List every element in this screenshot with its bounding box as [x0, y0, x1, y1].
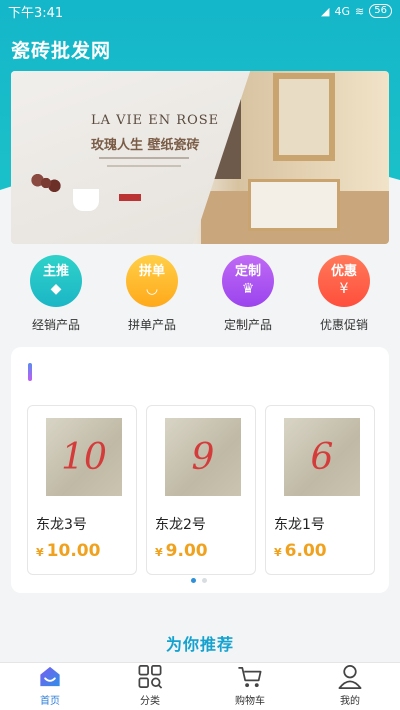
- banner-headline-en: LA VIE EN ROSE: [91, 113, 220, 128]
- product-price: ¥10.00: [36, 541, 101, 561]
- network-label: 4G: [334, 4, 351, 18]
- product-image: 6: [284, 418, 360, 496]
- category-label: 拼单产品: [127, 318, 176, 332]
- product-carousel-card: 10 东龙3号 ¥10.00 9 东龙2号 ¥9.00 6 东龙1号 ¥6.00: [11, 347, 389, 593]
- carousel-dot[interactable]: [202, 578, 207, 583]
- wifi-icon: ≋: [355, 4, 365, 18]
- product-card[interactable]: 6 东龙1号 ¥6.00: [265, 405, 375, 575]
- banner-mirror: [273, 73, 335, 161]
- signal-icon: ◢: [321, 4, 330, 18]
- product-price: ¥6.00: [274, 541, 327, 561]
- section-accent-bar: [28, 363, 32, 381]
- category-label: 优惠促销: [319, 318, 368, 332]
- user-icon: [338, 665, 362, 689]
- tab-cart[interactable]: 购物车: [200, 663, 300, 710]
- product-name: 东龙3号: [36, 517, 87, 533]
- category-label: 定制产品: [223, 318, 272, 332]
- category-badge: 优惠 ¥: [318, 255, 370, 307]
- promo-banner[interactable]: LA VIE EN ROSE 玫瑰人生 壁纸瓷砖: [11, 71, 389, 244]
- carousel-dot[interactable]: [191, 578, 196, 583]
- product-name: 东龙1号: [274, 517, 325, 533]
- category-row: 主推 ◆ 经销产品 拼单 ◡ 拼单产品 定制 ♛ 定制产品 优惠 ¥ 优惠促销: [0, 255, 400, 337]
- banner-cabinet: [248, 179, 340, 231]
- category-group-buy[interactable]: 拼单 ◡ 拼单产品: [107, 255, 197, 337]
- recommend-title: 为你推荐: [165, 635, 234, 654]
- tab-profile[interactable]: 我的: [300, 663, 400, 710]
- category-promotion[interactable]: 优惠 ¥ 优惠促销: [299, 255, 389, 337]
- category-icon: [138, 665, 163, 689]
- category-badge: 拼单 ◡: [126, 255, 178, 307]
- app-title: 瓷砖批发网: [11, 40, 112, 62]
- category-distribution[interactable]: 主推 ◆ 经销产品: [11, 255, 101, 337]
- tab-label: 分类: [140, 696, 160, 707]
- banner-headline-cn: 玫瑰人生 壁纸瓷砖: [91, 138, 200, 153]
- crown-icon: ♛: [241, 281, 255, 297]
- product-price: ¥9.00: [155, 541, 208, 561]
- category-label: 经销产品: [31, 318, 80, 332]
- product-card[interactable]: 10 东龙3号 ¥10.00: [27, 405, 137, 575]
- smile-icon: ◡: [145, 281, 159, 297]
- battery-icon: 56: [369, 4, 392, 18]
- tab-label: 首页: [40, 696, 60, 707]
- banner-cup: [73, 189, 99, 211]
- banner-tag: [119, 194, 141, 201]
- carousel-dots: [191, 578, 207, 583]
- home-icon: [40, 666, 60, 687]
- product-image: 9: [165, 418, 241, 496]
- category-custom[interactable]: 定制 ♛ 定制产品: [203, 255, 293, 337]
- cart-icon: [238, 666, 262, 688]
- banner-fineprint: [107, 165, 181, 167]
- bottom-tab-bar: 首页 分类 购物车 我的: [0, 662, 400, 710]
- tab-label: 我的: [340, 696, 360, 707]
- tab-label: 购物车: [235, 696, 265, 707]
- banner-flowers: [25, 169, 67, 197]
- diamond-icon: ◆: [50, 281, 62, 297]
- banner-fineprint: [99, 157, 189, 159]
- product-list: 10 东龙3号 ¥10.00 9 东龙2号 ¥9.00 6 东龙1号 ¥6.00: [27, 405, 375, 575]
- coupon-icon: ¥: [339, 281, 349, 297]
- tab-category[interactable]: 分类: [100, 663, 200, 710]
- product-card[interactable]: 9 东龙2号 ¥9.00: [146, 405, 256, 575]
- category-badge: 定制 ♛: [222, 255, 274, 307]
- product-image: 10: [46, 418, 122, 496]
- product-name: 东龙2号: [155, 517, 206, 533]
- category-badge: 主推 ◆: [30, 255, 82, 307]
- status-time: 下午3:41: [8, 5, 64, 21]
- status-bar: 下午3:41 ◢ 4G ≋ 56: [0, 0, 400, 22]
- tab-home[interactable]: 首页: [0, 663, 100, 710]
